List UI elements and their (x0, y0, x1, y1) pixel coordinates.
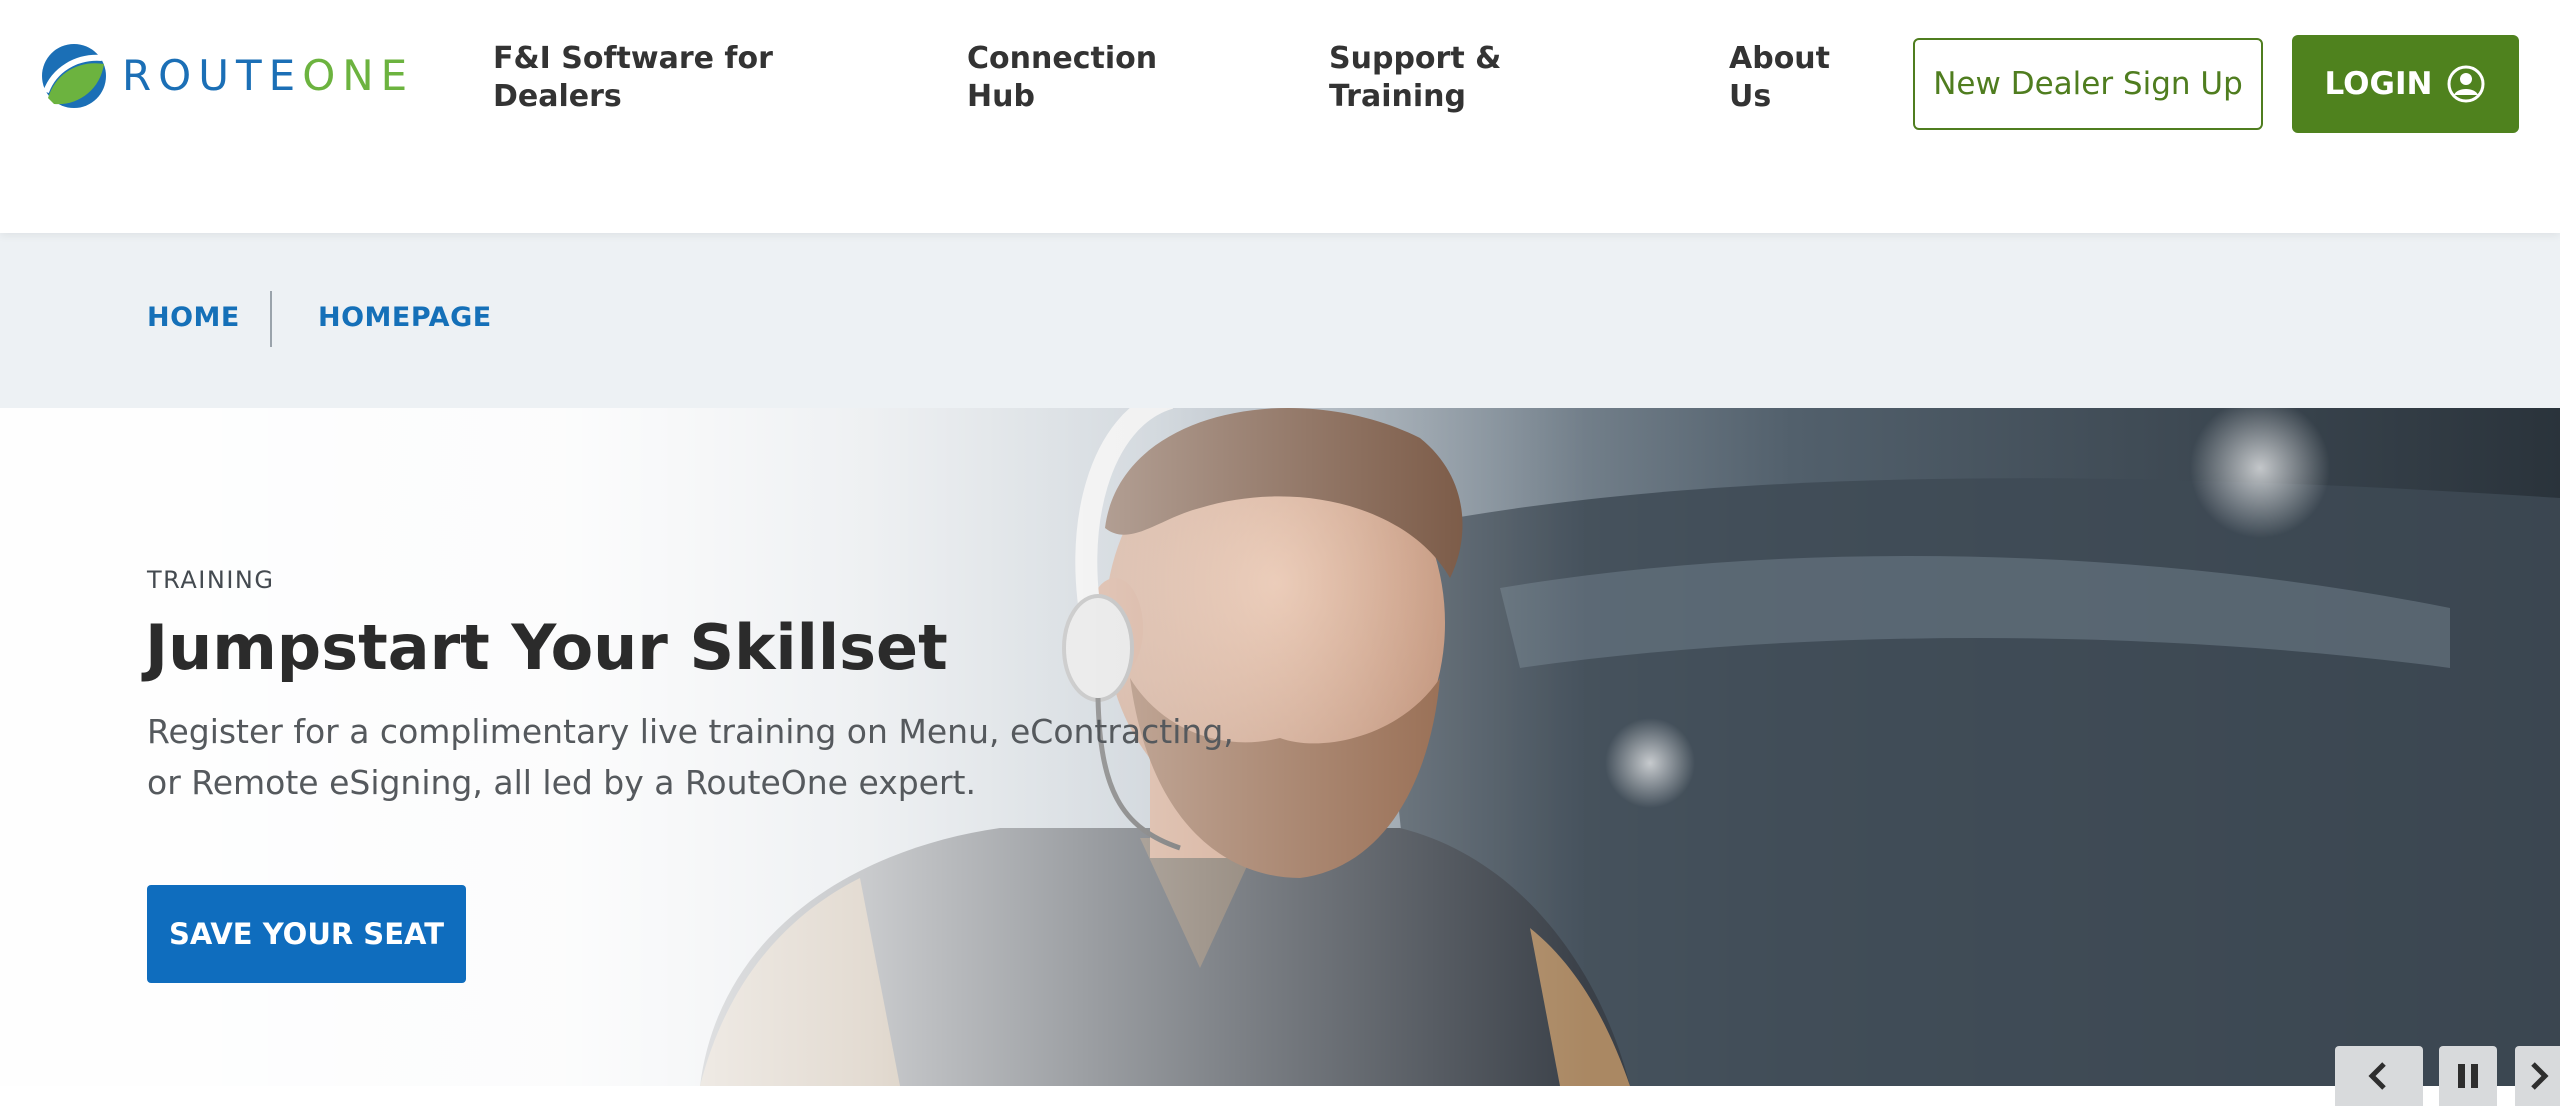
logo-wordmark: ROUTEONE (122, 51, 415, 100)
login-label: LOGIN (2324, 66, 2433, 102)
hero-description: Register for a complimentary live traini… (147, 712, 1234, 802)
breadcrumb-home[interactable]: HOME (147, 302, 240, 333)
nav-label-line1: About (1729, 41, 1831, 76)
nav-label-line2: Us (1729, 79, 1772, 114)
breadcrumb-divider (270, 291, 272, 347)
cta-label: SAVE YOUR SEAT (169, 917, 444, 951)
nav-label-line2: Dealers (493, 79, 622, 114)
breadcrumb-homepage[interactable]: HOMEPAGE (318, 302, 492, 333)
nav-label-line1: Connection (967, 41, 1158, 76)
save-your-seat-button[interactable]: SAVE YOUR SEAT (147, 885, 466, 983)
routeone-logo[interactable]: ROUTEONE (40, 40, 414, 112)
nav-support-training[interactable]: Support & Training (1329, 40, 1501, 116)
nav-label-line2: Training (1329, 79, 1466, 114)
login-button[interactable]: LOGIN (2292, 35, 2519, 133)
nav-fi-software[interactable]: F&I Software for Dealers (493, 40, 773, 116)
nav-label-line1: F&I Software for (493, 41, 773, 76)
slider-next-button[interactable] (2515, 1046, 2560, 1106)
user-circle-icon (2447, 65, 2485, 103)
nav-label-line1: Support & (1329, 41, 1502, 76)
hero-eyebrow: TRAINING (147, 566, 275, 594)
signup-label: New Dealer Sign Up (1933, 66, 2243, 102)
slider-pause-button[interactable] (2439, 1046, 2497, 1106)
site-header: ROUTEONE F&I Software for Dealers Connec… (0, 0, 2560, 233)
hero-title: Jumpstart Your Skillset (145, 611, 948, 684)
routeone-logo-icon (42, 44, 106, 108)
nav-connection-hub[interactable]: Connection Hub (967, 40, 1157, 116)
slider-prev-button[interactable] (2335, 1046, 2423, 1106)
new-dealer-signup-button[interactable]: New Dealer Sign Up (1913, 38, 2263, 130)
nav-label-line2: Hub (967, 79, 1035, 114)
nav-about-us[interactable]: About Us (1729, 40, 1830, 116)
